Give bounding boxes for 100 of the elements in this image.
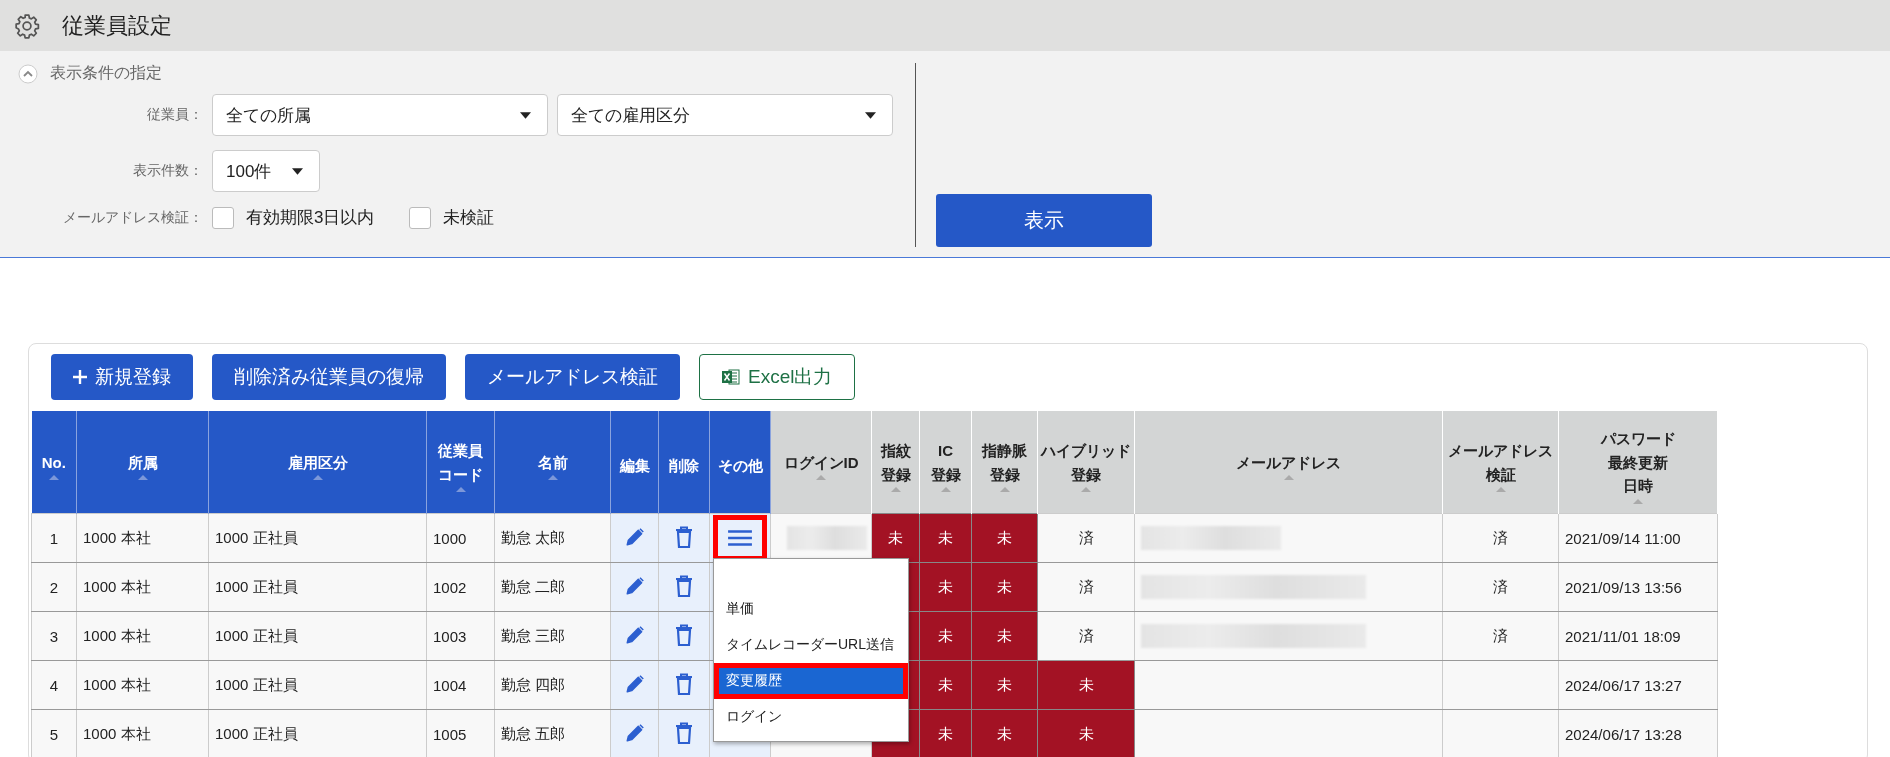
- table-cell-text: 済: [1493, 528, 1508, 546]
- checkbox[interactable]: [409, 206, 432, 229]
- table-cell: 1005: [426, 709, 495, 757]
- dropdown[interactable]: 全ての雇用区分: [557, 94, 893, 136]
- column-label: その他: [717, 456, 763, 477]
- menu-item[interactable]: タイムレコーダーURL送信: [714, 627, 908, 663]
- delete-icon[interactable]: [675, 623, 693, 646]
- column-label: メールアドレス: [1448, 440, 1553, 461]
- table-cell: 1000 本社: [76, 660, 209, 710]
- column-header[interactable]: 所属: [76, 411, 209, 514]
- column-header[interactable]: 雇用区分: [208, 411, 427, 514]
- column-header[interactable]: メールアドレス: [1134, 411, 1443, 514]
- column-label: IC: [938, 440, 953, 461]
- table-cell: 3: [31, 611, 77, 661]
- column-label: 削除: [669, 456, 699, 477]
- table-cell-text: 済: [1493, 577, 1508, 595]
- column-label: 登録: [930, 464, 961, 485]
- column-label: ログインID: [783, 452, 859, 473]
- checkbox-label: 有効期限3日以内: [246, 207, 375, 229]
- table-cell: 1003: [426, 611, 495, 661]
- delete-icon[interactable]: [675, 574, 693, 597]
- sort-icon: [1633, 499, 1643, 505]
- column-label: コード: [438, 464, 483, 485]
- column-header[interactable]: 従業員 コード: [426, 411, 495, 514]
- collapse-icon[interactable]: [18, 63, 38, 84]
- status-cell: 未: [919, 562, 972, 612]
- dropdown[interactable]: 100件: [212, 150, 320, 192]
- table-cell: 2021/09/13 13:56: [1558, 562, 1718, 612]
- checkbox-label: 未検証: [443, 207, 495, 229]
- column-header[interactable]: 指紋 登録: [871, 411, 920, 514]
- delete-icon[interactable]: [675, 672, 693, 695]
- column-label: 登録: [880, 464, 911, 485]
- column-label: 所属: [127, 452, 158, 473]
- menu-item[interactable]: ログイン: [714, 699, 908, 735]
- table-cell: 勤怠 三郎: [494, 611, 611, 661]
- menu-icon: [727, 529, 753, 547]
- filter-title: 表示条件の指定: [50, 63, 162, 83]
- table-cell: 2021/11/01 18:09: [1558, 611, 1718, 661]
- checkbox[interactable]: [212, 206, 234, 229]
- column-header[interactable]: IC 登録: [919, 411, 972, 514]
- page-title: 従業員設定: [62, 11, 172, 40]
- status-cell: 未: [871, 513, 920, 563]
- plus-icon: [73, 370, 87, 384]
- sort-icon: [137, 475, 148, 481]
- caret-icon: [520, 111, 531, 119]
- column-label: 検証: [1485, 464, 1516, 485]
- column-header[interactable]: No.: [31, 411, 77, 514]
- column-header[interactable]: 名前: [494, 411, 611, 514]
- table-cell: 2021/09/14 11:00: [1558, 513, 1718, 563]
- table-cell: 勤怠 四郎: [494, 660, 611, 710]
- excel-export-button[interactable]: Excel出力: [699, 354, 856, 400]
- menu-item[interactable]: 変更履歴: [714, 663, 908, 699]
- table-cell: 勤怠 太郎: [494, 513, 611, 563]
- table-cell-text: 済: [1493, 626, 1508, 644]
- sort-icon: [1495, 487, 1506, 493]
- sort-icon: [816, 475, 826, 481]
- column-header[interactable]: ハイブリッド 登録: [1037, 411, 1135, 514]
- spreadsheet-icon: [722, 369, 740, 385]
- display-button[interactable]: 表示: [936, 194, 1152, 247]
- field-label: メールアドレス検証：: [62, 208, 203, 227]
- table-cell: 1000 本社: [76, 562, 209, 612]
- status-cell: 未: [919, 513, 972, 563]
- field-label: 表示件数：: [132, 162, 203, 180]
- table-cell: 2: [31, 562, 77, 612]
- status-cell: 済: [1037, 562, 1135, 612]
- delete-icon[interactable]: [675, 721, 693, 744]
- settings-icon[interactable]: [14, 12, 40, 39]
- add-button[interactable]: 新規登録: [51, 354, 193, 400]
- column-header[interactable]: メールアドレス 検証: [1442, 411, 1559, 514]
- toolbar-button[interactable]: 削除済み従業員の復帰: [212, 354, 446, 400]
- column-label: 最終更新: [1608, 452, 1668, 473]
- status-cell: 未: [1037, 709, 1135, 757]
- table-cell: 1002: [426, 562, 495, 612]
- table-cell: 1000 本社: [76, 709, 209, 757]
- menu-item[interactable]: 単価: [714, 591, 908, 627]
- sort-icon: [890, 487, 901, 493]
- column-header[interactable]: ログインID: [770, 411, 872, 514]
- table-cell: 2024/06/17 13:28: [1558, 709, 1718, 757]
- table-cell: 1000: [426, 513, 495, 563]
- column-label: パスワード: [1600, 428, 1676, 449]
- status-cell: 未: [971, 513, 1038, 563]
- column-header[interactable]: パスワード 最終更新 日時: [1558, 411, 1718, 514]
- sort-icon: [1283, 475, 1294, 481]
- column-label: 編集: [619, 456, 650, 477]
- toolbar-button[interactable]: メールアドレス検証: [465, 354, 680, 400]
- dropdown[interactable]: 全ての所属: [212, 94, 548, 136]
- column-label: 登録: [1071, 464, 1101, 485]
- sort-icon: [48, 475, 59, 481]
- status-cell: 未: [1037, 660, 1135, 710]
- delete-icon[interactable]: [675, 525, 693, 548]
- table-cell: 1000 正社員: [208, 611, 427, 661]
- column-label: 雇用区分: [287, 452, 348, 473]
- sort-icon: [547, 475, 558, 481]
- sort-icon: [455, 487, 466, 493]
- table-cell: 1000 正社員: [208, 513, 427, 563]
- column-label: No.: [41, 452, 66, 473]
- status-cell: 未: [971, 562, 1038, 612]
- column-header[interactable]: 指静脈 登録: [971, 411, 1038, 514]
- sort-icon: [312, 475, 323, 481]
- table-cell: 1000 正社員: [208, 660, 427, 710]
